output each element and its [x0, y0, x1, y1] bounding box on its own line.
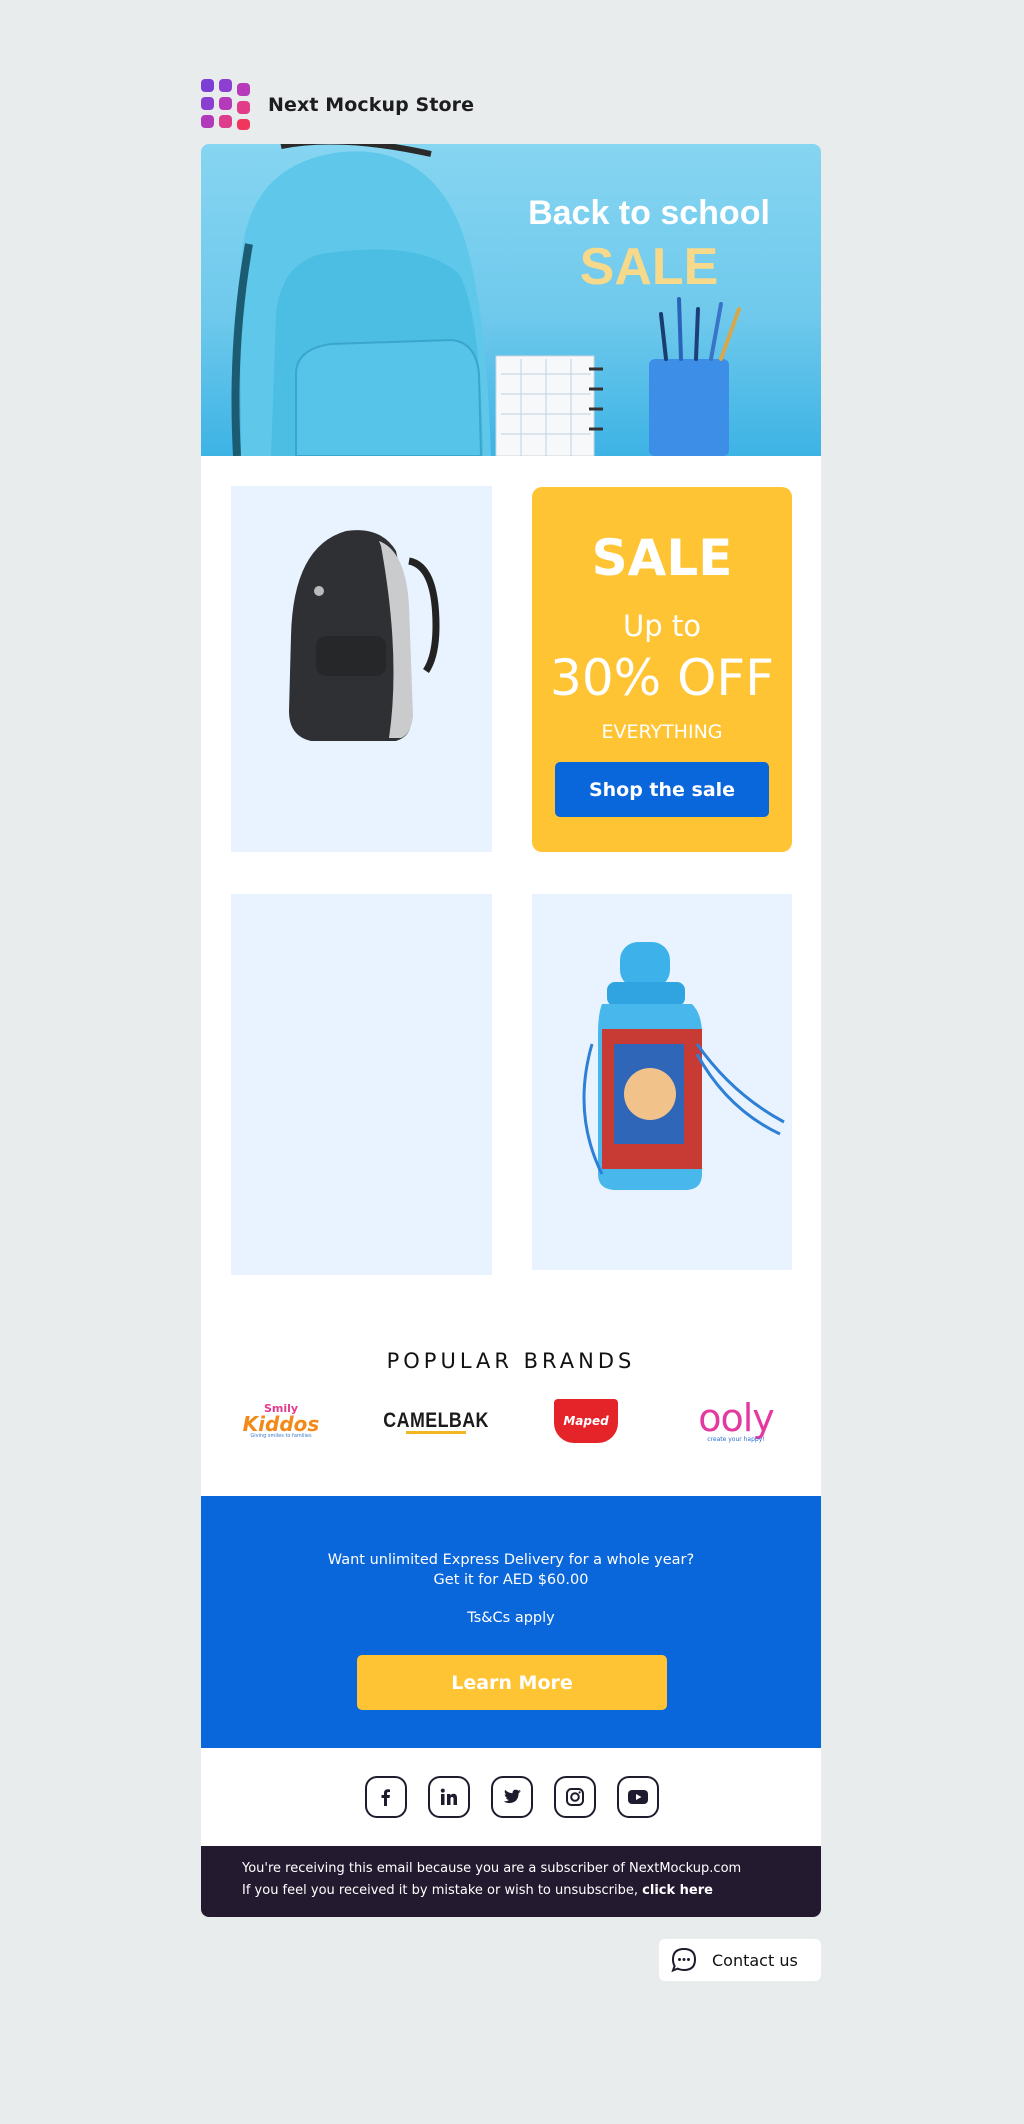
sale-everything: EVERYTHING: [601, 721, 723, 743]
backpack-illustration: [231, 144, 741, 456]
promo-line-1: Want unlimited Express Delivery for a wh…: [327, 1552, 695, 1568]
youtube-icon[interactable]: [617, 1776, 659, 1818]
social-links: [201, 1748, 821, 1846]
footer-unsubscribe-text: If you feel you received it by mistake o…: [242, 1883, 639, 1898]
product-card-empty[interactable]: [231, 894, 492, 1275]
unsubscribe-link[interactable]: click here: [642, 1883, 713, 1898]
header: Next Mockup Store: [201, 78, 474, 132]
promo-terms: Ts&Cs apply: [467, 1610, 555, 1626]
content-section: SALE Up to 30% OFF EVERYTHING Shop the s…: [201, 456, 821, 1496]
shop-the-sale-button[interactable]: Shop the sale: [555, 762, 769, 817]
sale-card: SALE Up to 30% OFF EVERYTHING Shop the s…: [532, 487, 792, 852]
brand-logo-smily-kiddos[interactable]: Smily Kiddos Giving smiles to families: [241, 1396, 321, 1446]
contact-us-button[interactable]: Contact us: [659, 1939, 821, 1981]
hero-banner[interactable]: Back to school SALE: [201, 144, 821, 456]
linkedin-icon[interactable]: [428, 1776, 470, 1818]
footer-line-2: If you feel you received it by mistake o…: [242, 1883, 713, 1898]
promo-section: Want unlimited Express Delivery for a wh…: [201, 1496, 821, 1748]
brand-ooly-tagline: create your happy!: [707, 1436, 765, 1443]
hero-title: Back to school: [528, 194, 770, 232]
brand-kiddos-tagline: Giving smiles to families: [250, 1433, 312, 1439]
brand-logo-maped[interactable]: Maped: [551, 1396, 621, 1446]
sale-percent: 30% OFF: [550, 649, 774, 707]
brand-kiddos-text: Kiddos: [242, 1412, 320, 1436]
brand-maped-text: Maped: [563, 1414, 609, 1428]
instagram-icon[interactable]: [554, 1776, 596, 1818]
product-card-backpack[interactable]: [231, 486, 492, 852]
store-name[interactable]: Next Mockup Store: [268, 94, 474, 116]
product-card-bottle[interactable]: [532, 894, 792, 1270]
black-backpack-image: [289, 530, 440, 741]
brand-logo-camelbak[interactable]: CAMELBAK: [383, 1396, 489, 1446]
water-bottle-image: [582, 942, 785, 1190]
popular-brands-title: POPULAR BRANDS: [386, 1349, 636, 1373]
twitter-icon[interactable]: [491, 1776, 533, 1818]
contact-us-label: Contact us: [712, 1950, 798, 1970]
learn-more-button[interactable]: Learn More: [357, 1655, 667, 1710]
hero-sale-text: SALE: [579, 238, 719, 296]
chat-bubble-icon: [671, 1947, 697, 1973]
brand-camelbak-text: CAMELBAK: [383, 1408, 489, 1432]
store-logo-icon[interactable]: [201, 79, 251, 131]
brand-logo-ooly[interactable]: ooly create your happy!: [686, 1396, 786, 1446]
footer: You're receiving this email because you …: [201, 1846, 821, 1917]
brand-ooly-text: ooly: [698, 1396, 775, 1440]
sale-up-to: Up to: [623, 609, 701, 643]
footer-line-1: You're receiving this email because you …: [242, 1861, 742, 1876]
sale-title: SALE: [591, 529, 733, 587]
promo-line-2: Get it for AED $60.00: [433, 1572, 589, 1588]
facebook-icon[interactable]: [365, 1776, 407, 1818]
